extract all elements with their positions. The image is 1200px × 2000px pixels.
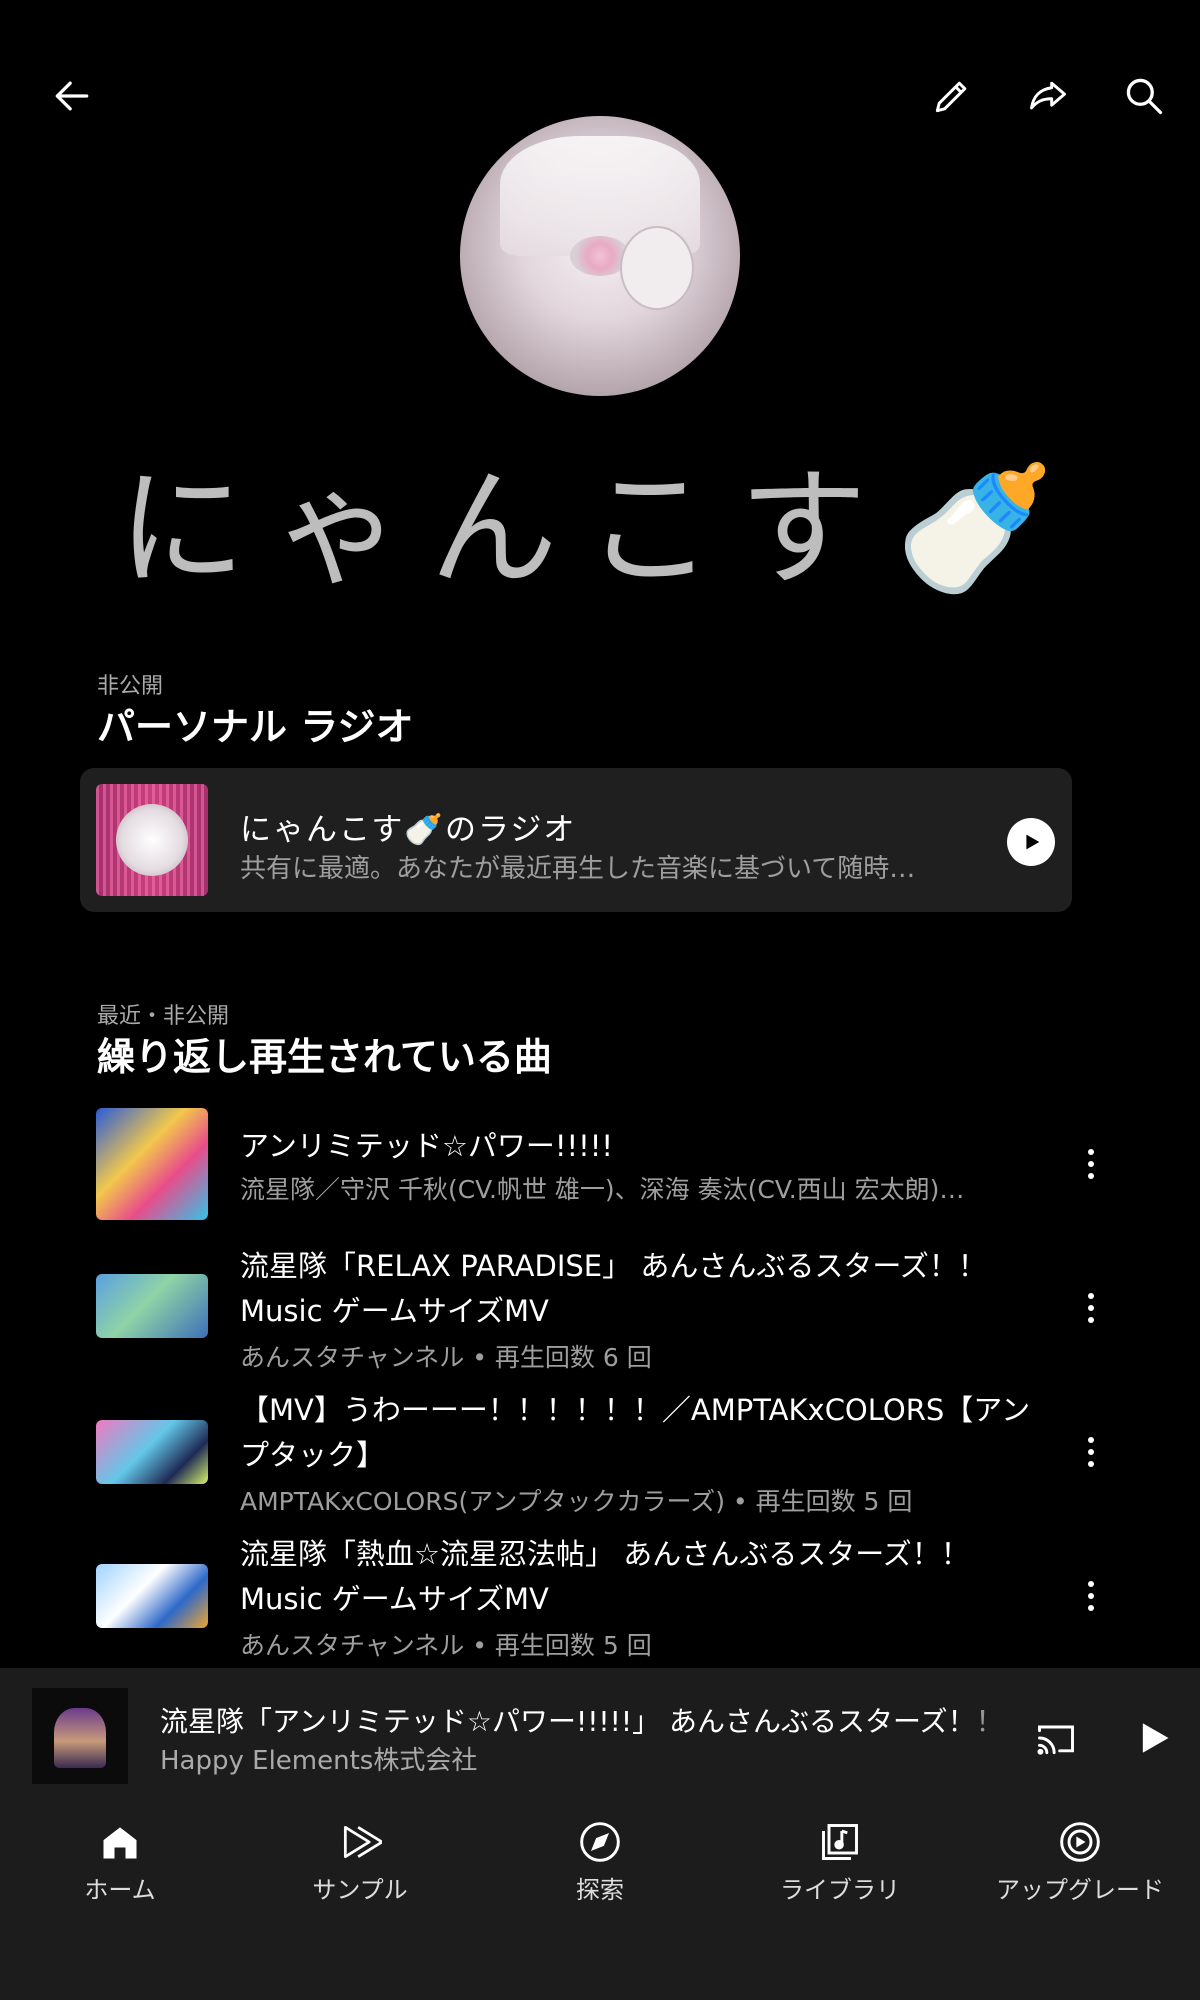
mini-player-artist: Happy Elements株式会社	[160, 1746, 478, 1776]
nav-library[interactable]: ライブラリ	[730, 1808, 950, 1918]
track-row[interactable]: 流星隊「熱血☆流星忍法帖」 あんさんぶるスターズ！！Music ゲームサイズMV…	[0, 1532, 1200, 1672]
bottom-navigation: ホーム サンプル 探索 ライブラリ アップグレード	[0, 1808, 1200, 2000]
track-subtitle: あんスタチャンネル • 再生回数 6 回	[240, 1343, 652, 1372]
mini-player-thumbnail	[32, 1688, 128, 1784]
nav-samples[interactable]: サンプル	[250, 1808, 470, 1918]
track-row[interactable]: アンリミテッド☆パワー!!!!! 流星隊／守沢 千秋(CV.帆世 雄一)、深海 …	[0, 1100, 1200, 1240]
radio-thumbnail	[96, 784, 208, 896]
nav-library-label: ライブラリ	[780, 1876, 900, 1904]
radio-play-button[interactable]	[1007, 818, 1055, 866]
compass-icon	[580, 1822, 620, 1862]
track-title: アンリミテッド☆パワー!!!!!	[240, 1129, 613, 1163]
cast-button[interactable]	[1024, 1706, 1088, 1770]
library-icon	[822, 1824, 858, 1860]
track-subtitle: AMPTAKxCOLORS(アンプタックカラーズ) • 再生回数 5 回	[240, 1487, 913, 1516]
radio-title: にゃんこす🍼のラジオ	[240, 812, 577, 848]
track-thumbnail	[96, 1420, 208, 1484]
profile-avatar	[460, 116, 740, 396]
play-icon	[1026, 834, 1040, 850]
mini-player-title: 流星隊「アンリミテッド☆パワー!!!!!」 あんさんぶるスターズ！！ |	[160, 1705, 1005, 1738]
track-title: 流星隊「RELAX PARADISE」 あんさんぶるスターズ！！Music ゲー…	[240, 1249, 987, 1328]
track-row[interactable]: 【MV】うわーーー！！！！！！／AMPTAKxCOLORS【アンプタック】 AM…	[0, 1388, 1200, 1528]
track-title: 流星隊「熱血☆流星忍法帖」 あんさんぶるスターズ！！Music ゲームサイズMV	[240, 1537, 970, 1616]
nav-home-label: ホーム	[84, 1876, 156, 1904]
more-options-button[interactable]	[1075, 1138, 1107, 1190]
cast-icon	[1037, 1725, 1074, 1755]
nav-home[interactable]: ホーム	[10, 1808, 230, 1918]
track-thumbnail	[96, 1108, 208, 1220]
search-button[interactable]	[1112, 64, 1176, 128]
nav-explore[interactable]: 探索	[490, 1808, 710, 1918]
more-options-button[interactable]	[1075, 1282, 1107, 1334]
nav-explore-label: 探索	[576, 1876, 624, 1904]
share-button[interactable]	[1016, 64, 1080, 128]
more-options-button[interactable]	[1075, 1426, 1107, 1478]
nav-upgrade-label: アップグレード	[996, 1876, 1164, 1904]
radio-section-title: パーソナル ラジオ	[97, 705, 414, 749]
mini-player-play-button[interactable]	[1120, 1706, 1184, 1770]
track-subtitle: あんスタチャンネル • 再生回数 5 回	[240, 1631, 652, 1660]
track-subtitle: 流星隊／守沢 千秋(CV.帆世 雄一)、深海 奏汰(CV.西山 宏太朗)…	[240, 1175, 965, 1204]
nav-samples-label: サンプル	[312, 1876, 408, 1904]
arrow-left-icon	[55, 81, 89, 111]
home-icon	[103, 1827, 137, 1859]
pencil-icon	[935, 81, 967, 113]
more-options-button[interactable]	[1075, 1570, 1107, 1622]
track-row[interactable]: 流星隊「RELAX PARADISE」 あんさんぶるスターズ！！Music ゲー…	[0, 1244, 1200, 1384]
repeat-section-title: 繰り返し再生されている曲	[97, 1035, 552, 1079]
mini-player[interactable]: 流星隊「アンリミテッド☆パワー!!!!!」 あんさんぶるスターズ！！ | Hap…	[0, 1668, 1200, 1808]
samples-icon	[343, 1825, 384, 1859]
share-arrow-icon	[1030, 81, 1066, 110]
radio-description: 共有に最適。あなたが最近再生した音楽に基づいて随時…	[240, 854, 916, 884]
track-thumbnail	[96, 1274, 208, 1338]
track-title: 【MV】うわーーー！！！！！！／AMPTAKxCOLORS【アンプタック】	[240, 1393, 1031, 1472]
track-thumbnail	[96, 1564, 208, 1628]
upgrade-icon	[1060, 1822, 1100, 1862]
profile-name: にゃんこす🍼	[117, 455, 1083, 604]
avatar-eyepatch	[620, 226, 694, 310]
play-icon	[1142, 1723, 1169, 1753]
nav-upgrade[interactable]: アップグレード	[970, 1808, 1190, 1918]
back-button[interactable]	[40, 64, 104, 128]
personal-radio-card[interactable]: にゃんこす🍼のラジオ 共有に最適。あなたが最近再生した音楽に基づいて随時…	[80, 768, 1072, 912]
edit-button[interactable]	[920, 64, 984, 128]
search-icon	[1126, 78, 1163, 115]
